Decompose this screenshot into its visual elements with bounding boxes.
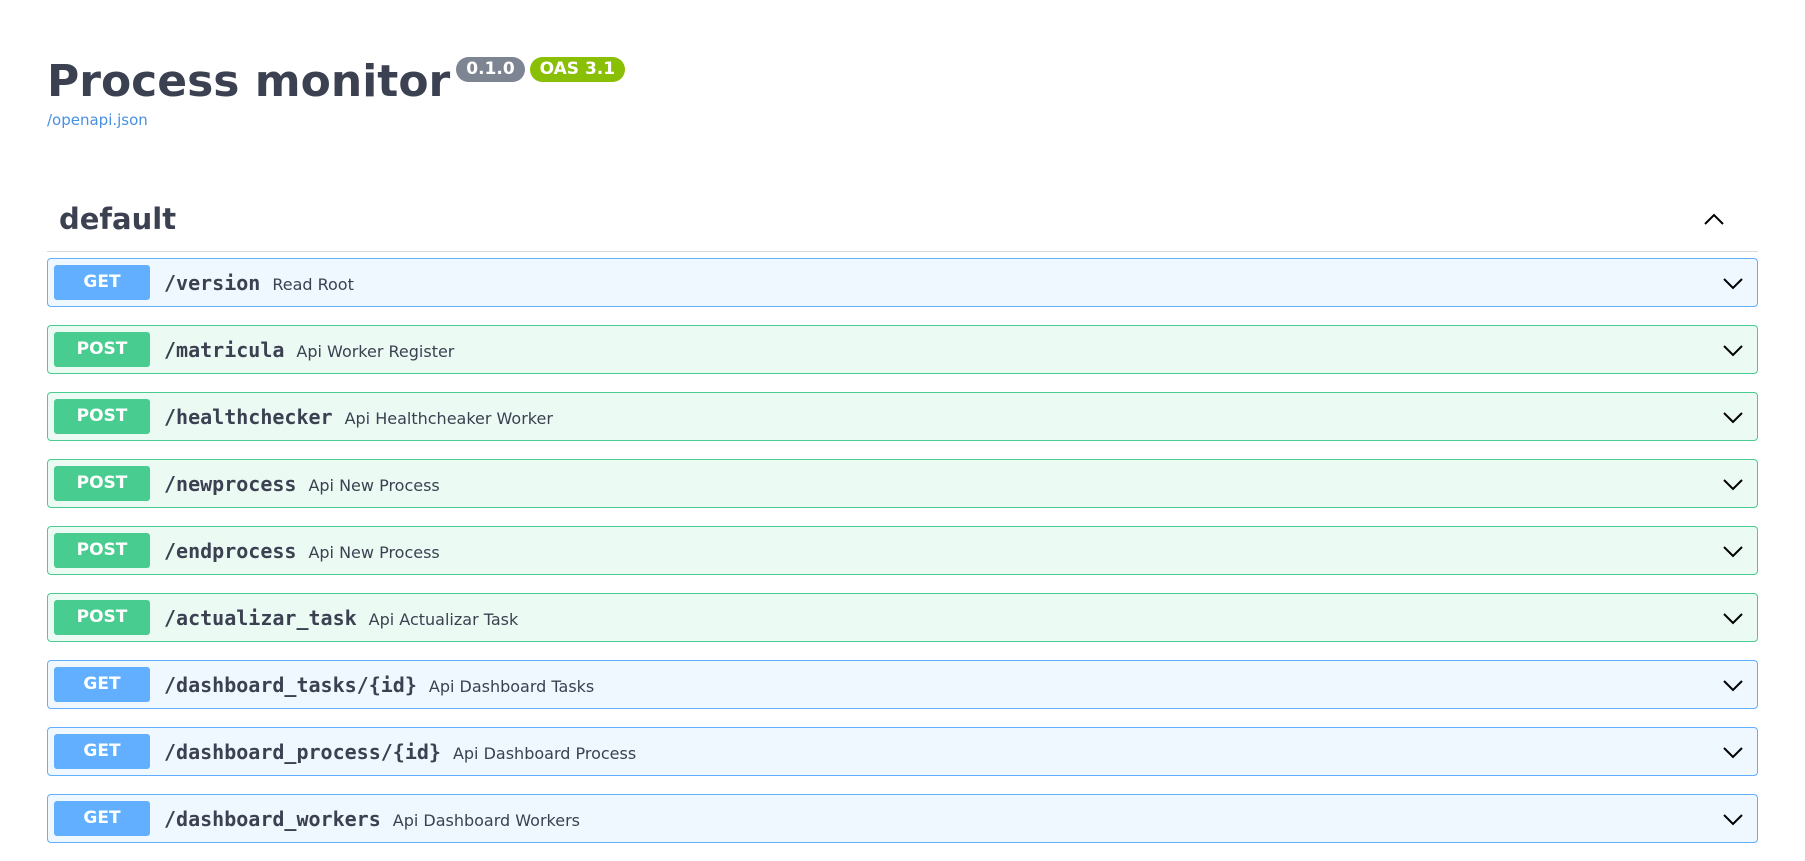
chevron-down-icon[interactable] bbox=[1721, 271, 1745, 295]
chevron-down-icon[interactable] bbox=[1721, 740, 1745, 764]
swagger-ui: Process monitor 0.1.0 OAS 3.1 /openapi.j… bbox=[47, 0, 1758, 843]
chevron-down-icon[interactable] bbox=[1721, 472, 1745, 496]
operation-summary-row: /healthchecker Api Healthcheaker Worker bbox=[164, 405, 553, 431]
chevron-down-icon[interactable] bbox=[1721, 338, 1745, 362]
operation-row[interactable]: POST/healthchecker Api Healthcheaker Work… bbox=[47, 392, 1758, 441]
operations-list: GET/version Read Root POST/matricula Api Wo… bbox=[47, 258, 1758, 861]
operation-summary-row: /actualizar_task Api Actualizar Task bbox=[164, 606, 518, 632]
operation-row[interactable]: POST/actualizar_task Api Actualizar Task bbox=[47, 593, 1758, 642]
operation-summary: Api Worker Register bbox=[296, 342, 455, 361]
operation-row[interactable]: POST/endprocess Api New Process bbox=[47, 526, 1758, 575]
oas-badge: OAS 3.1 bbox=[529, 57, 626, 82]
tag-section-default: default GET/version Read Root POST/matricu… bbox=[47, 193, 1758, 843]
operation-summary: Api Dashboard Workers bbox=[392, 811, 580, 830]
operation-row[interactable]: GET/dashboard_process/{id} Api Dashboard … bbox=[47, 727, 1758, 776]
operation-summary: Api Actualizar Task bbox=[368, 610, 519, 629]
operation-row[interactable]: GET/dashboard_workers Api Dashboard Worke… bbox=[47, 794, 1758, 843]
method-badge: POST bbox=[54, 533, 150, 568]
version-badge: 0.1.0 bbox=[456, 57, 525, 82]
api-info: Process monitor 0.1.0 OAS 3.1 /openapi.j… bbox=[47, 0, 1758, 180]
operation-path: /dashboard_tasks/{id} bbox=[164, 673, 417, 697]
operation-summary: Api New Process bbox=[308, 476, 440, 495]
operation-path: /newprocess bbox=[164, 472, 297, 496]
operation-summary-row: /dashboard_tasks/{id} Api Dashboard Tasks bbox=[164, 673, 594, 699]
operation-summary: Api Dashboard Process bbox=[452, 744, 637, 763]
operation-summary-row: /dashboard_process/{id} Api Dashboard Pro… bbox=[164, 740, 636, 766]
operation-path: /version bbox=[164, 271, 261, 295]
operation-summary: Api Dashboard Tasks bbox=[428, 677, 595, 696]
method-badge: GET bbox=[54, 265, 150, 300]
chevron-down-icon[interactable] bbox=[1721, 807, 1745, 831]
operation-summary-row: /newprocess Api New Process bbox=[164, 472, 440, 498]
chevron-up-icon[interactable] bbox=[1700, 205, 1728, 233]
operation-summary: Api Healthcheaker Worker bbox=[344, 409, 553, 428]
method-badge: POST bbox=[54, 399, 150, 434]
operation-summary-row: /dashboard_workers Api Dashboard Workers bbox=[164, 807, 580, 833]
method-badge: GET bbox=[54, 734, 150, 769]
operation-summary-row: /matricula Api Worker Register bbox=[164, 338, 454, 364]
tag-name: default bbox=[59, 202, 177, 236]
method-badge: POST bbox=[54, 332, 150, 367]
operation-path: /matricula bbox=[164, 338, 285, 362]
operation-summary: Api New Process bbox=[308, 543, 440, 562]
operation-path: /dashboard_workers bbox=[164, 807, 381, 831]
operation-summary: Read Root bbox=[272, 275, 354, 294]
chevron-down-icon[interactable] bbox=[1721, 606, 1745, 630]
operation-summary-row: /version Read Root bbox=[164, 271, 354, 297]
tag-header[interactable]: default bbox=[47, 193, 1758, 252]
method-badge: POST bbox=[54, 600, 150, 635]
operation-path: /dashboard_process/{id} bbox=[164, 740, 441, 764]
operation-path: /healthchecker bbox=[164, 405, 333, 429]
operation-row[interactable]: GET/version Read Root bbox=[47, 258, 1758, 307]
operation-row[interactable]: POST/matricula Api Worker Register bbox=[47, 325, 1758, 374]
method-badge: GET bbox=[54, 801, 150, 836]
page-title: Process monitor bbox=[47, 56, 451, 107]
title-row: Process monitor 0.1.0 OAS 3.1 bbox=[47, 55, 626, 109]
openapi-spec-link[interactable]: /openapi.json bbox=[47, 111, 148, 129]
chevron-down-icon[interactable] bbox=[1721, 539, 1745, 563]
method-badge: GET bbox=[54, 667, 150, 702]
operation-row[interactable]: GET/dashboard_tasks/{id} Api Dashboard Ta… bbox=[47, 660, 1758, 709]
method-badge: POST bbox=[54, 466, 150, 501]
operation-row[interactable]: POST/newprocess Api New Process bbox=[47, 459, 1758, 508]
operation-path: /actualizar_task bbox=[164, 606, 357, 630]
operation-path: /endprocess bbox=[164, 539, 297, 563]
operation-summary-row: /endprocess Api New Process bbox=[164, 539, 440, 565]
chevron-down-icon[interactable] bbox=[1721, 673, 1745, 697]
chevron-down-icon[interactable] bbox=[1721, 405, 1745, 429]
